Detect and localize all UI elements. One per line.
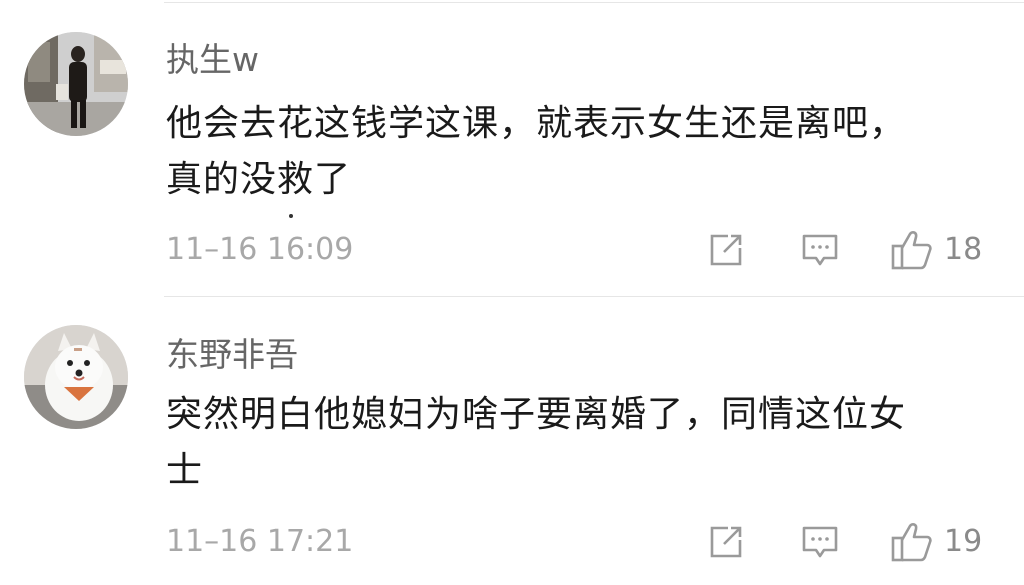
comment-icon — [802, 526, 838, 558]
like-button[interactable]: 18 — [890, 228, 982, 272]
comment-list: 执生w 他会去花这钱学这课，就表示女生还是离吧， 真的没救了 11–16 16:… — [0, 0, 1024, 585]
share-button[interactable] — [706, 230, 746, 270]
comment-button[interactable] — [800, 522, 840, 562]
like-count: 18 — [944, 232, 983, 267]
comment-text-line: 他会去花这钱学这课，就表示女生还是离吧， — [166, 103, 907, 144]
like-count: 19 — [944, 524, 983, 559]
username[interactable]: 执生w — [166, 40, 259, 80]
share-button[interactable] — [706, 522, 746, 562]
comment-text: 突然明白他媳妇为啥子要离婚了，同情这位女 士 — [166, 387, 966, 499]
share-icon — [710, 234, 742, 266]
avatar[interactable] — [24, 32, 128, 136]
comment-text-line: 突然明白他媳妇为啥子要离婚了，同情这位女 — [166, 394, 907, 435]
comment-icon — [802, 234, 838, 266]
person-photo-avatar-icon — [24, 32, 128, 136]
white-dog-avatar-icon — [24, 325, 128, 429]
comment-item: 执生w 他会去花这钱学这课，就表示女生还是离吧， 真的没救了 11–16 16:… — [0, 0, 1024, 296]
username[interactable]: 东野非吾 — [166, 335, 298, 375]
comment-time: 11–16 16:09 — [166, 232, 354, 267]
thumbs-up-icon — [891, 523, 932, 562]
comment-text: 他会去花这钱学这课，就表示女生还是离吧， 真的没救了 — [166, 96, 966, 208]
comment-item: 东野非吾 突然明白他媳妇为啥子要离婚了，同情这位女 士 11–16 17:21 — [0, 297, 1024, 585]
comment-text-line: 士 — [166, 450, 204, 491]
comment-text-line: 真的没救了 — [166, 159, 352, 200]
comment-button[interactable] — [800, 230, 840, 270]
dot — [289, 214, 293, 218]
avatar[interactable] — [24, 325, 128, 429]
thumbs-up-icon — [891, 231, 932, 270]
comment-time: 11–16 17:21 — [166, 524, 354, 559]
like-button[interactable]: 19 — [890, 520, 982, 564]
share-icon — [710, 526, 742, 558]
